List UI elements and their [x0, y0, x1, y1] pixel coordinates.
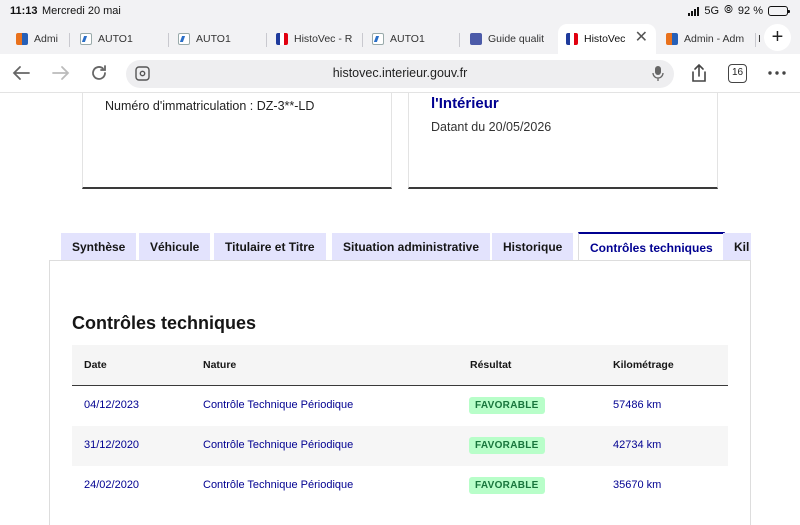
url-text: histovec.interieur.gouv.fr	[332, 66, 468, 80]
status-bar: 11:13 Mercredi 20 mai 5G ⦾ 92 %	[0, 0, 800, 22]
auto1-favicon-icon	[178, 33, 190, 45]
browser-tab-4[interactable]: HistoVec - R	[268, 26, 362, 52]
browser-tab-title: AUTO1	[390, 33, 425, 45]
inspections-table: Date Nature Résultat Kilométrage 04/12/2…	[72, 345, 728, 506]
browser-tab-3[interactable]: AUTO1	[170, 26, 266, 52]
microphone-icon[interactable]	[652, 65, 664, 87]
close-tab-icon[interactable]: ✕	[635, 30, 648, 46]
tab-historique[interactable]: Historique	[492, 233, 574, 261]
browser-tab-active[interactable]: HistoVec ✕	[558, 24, 656, 54]
browser-tab-title: Admin - Adm	[684, 33, 745, 45]
browser-tab-title: HistoVec - R	[294, 33, 353, 45]
vehicle-card: Numéro d'immatriculation : DZ-3**-LD	[82, 93, 392, 189]
browser-tab-title: AUTO1	[196, 33, 231, 45]
auto1-favicon-icon	[372, 33, 384, 45]
column-header-date: Date	[84, 359, 107, 371]
column-header-mileage: Kilométrage	[613, 359, 674, 371]
browser-tab-title: Guide qualit	[488, 33, 545, 45]
tab-situation-administrative[interactable]: Situation administrative	[332, 233, 491, 261]
back-arrow-icon[interactable]	[10, 62, 32, 84]
inspection-nature: Contrôle Technique Périodique	[203, 439, 354, 451]
tab-kilometrage[interactable]: Kil	[723, 233, 751, 261]
status-badge: FAVORABLE	[469, 437, 545, 454]
admin-favicon-icon	[666, 33, 678, 45]
table-row: 31/12/2020 Contrôle Technique Périodique…	[72, 426, 728, 466]
battery-icon	[768, 5, 790, 16]
reload-icon[interactable]	[88, 62, 110, 84]
report-card: l'Intérieur Datant du 20/05/2026	[408, 93, 718, 189]
browser-tab-9[interactable]: I	[756, 26, 764, 52]
column-header-nature: Nature	[203, 359, 237, 371]
tab-vehicule[interactable]: Véhicule	[139, 233, 211, 261]
table-row: 24/02/2020 Contrôle Technique Périodique…	[72, 466, 728, 506]
status-badge: FAVORABLE	[469, 477, 545, 494]
tab-panel: Contrôles techniques Date Nature Résulta…	[49, 260, 751, 525]
tab-count-button[interactable]: 16	[728, 64, 747, 83]
page-content: Numéro d'immatriculation : DZ-3**-LD l'I…	[0, 93, 800, 525]
registration-number: Numéro d'immatriculation : DZ-3**-LD	[105, 99, 315, 113]
browser-tab-5[interactable]: AUTO1	[364, 26, 458, 52]
inspection-date: 24/02/2020	[84, 479, 140, 491]
status-right: 5G ⦾ 92 %	[688, 4, 790, 17]
signal-icon	[688, 6, 700, 16]
report-tabs: Synthèse Véhicule Titulaire et Titre Sit…	[61, 232, 751, 261]
inspection-mileage: 42734 km	[613, 439, 662, 451]
browser-tab-title: AUTO1	[98, 33, 133, 45]
status-badge: FAVORABLE	[469, 397, 545, 414]
table-row: 04/12/2023 Contrôle Technique Périodique…	[72, 386, 728, 426]
inspection-mileage: 35670 km	[613, 479, 662, 491]
browser-tab-title: I	[758, 33, 761, 45]
location-icon: ⦾	[724, 4, 733, 16]
tab-titulaire[interactable]: Titulaire et Titre	[214, 233, 326, 261]
inspection-date: 31/12/2020	[84, 439, 140, 451]
address-bar[interactable]: histovec.interieur.gouv.fr	[126, 60, 674, 88]
browser-tab-1[interactable]: Admi	[8, 26, 68, 52]
browser-tab-2[interactable]: AUTO1	[72, 26, 168, 52]
admin-favicon-icon	[16, 33, 28, 45]
guide-favicon-icon	[470, 33, 482, 45]
report-date: Datant du 20/05/2026	[431, 120, 552, 134]
tab-synthese[interactable]: Synthèse	[61, 233, 137, 261]
column-header-result: Résultat	[470, 359, 512, 371]
report-card-heading: l'Intérieur	[431, 95, 499, 112]
battery-percent: 92 %	[737, 4, 763, 17]
inspection-nature: Contrôle Technique Périodique	[203, 479, 354, 491]
section-title: Contrôles techniques	[72, 313, 257, 333]
auto1-favicon-icon	[80, 33, 92, 45]
inspection-nature: Contrôle Technique Périodique	[203, 399, 354, 411]
status-time: 11:13	[10, 5, 38, 17]
french-flag-favicon-icon	[566, 33, 578, 45]
browser-tab-6[interactable]: Guide qualit	[462, 26, 556, 52]
browser-tab-8[interactable]: Admin - Adm	[658, 26, 754, 52]
inspection-date: 04/12/2023	[84, 399, 140, 411]
browser-toolbar: histovec.interieur.gouv.fr 16	[0, 54, 800, 93]
french-flag-favicon-icon	[276, 33, 288, 45]
browser-tab-title: HistoVec	[584, 33, 626, 45]
browser-tab-strip: Admi AUTO1 AUTO1 HistoVec - R AUTO1 Guid…	[0, 22, 800, 54]
browser-tab-title: Admi	[34, 33, 58, 45]
forward-arrow-icon[interactable]	[50, 62, 72, 84]
inspection-mileage: 57486 km	[613, 399, 662, 411]
table-header: Date Nature Résultat Kilométrage	[72, 345, 728, 386]
status-date: Mercredi 20 mai	[42, 5, 121, 17]
network-label: 5G	[704, 4, 720, 17]
new-tab-button[interactable]: +	[764, 24, 791, 51]
share-icon[interactable]	[688, 62, 710, 84]
tab-controles-techniques[interactable]: Contrôles techniques	[578, 232, 725, 261]
more-options-icon[interactable]	[766, 62, 788, 84]
